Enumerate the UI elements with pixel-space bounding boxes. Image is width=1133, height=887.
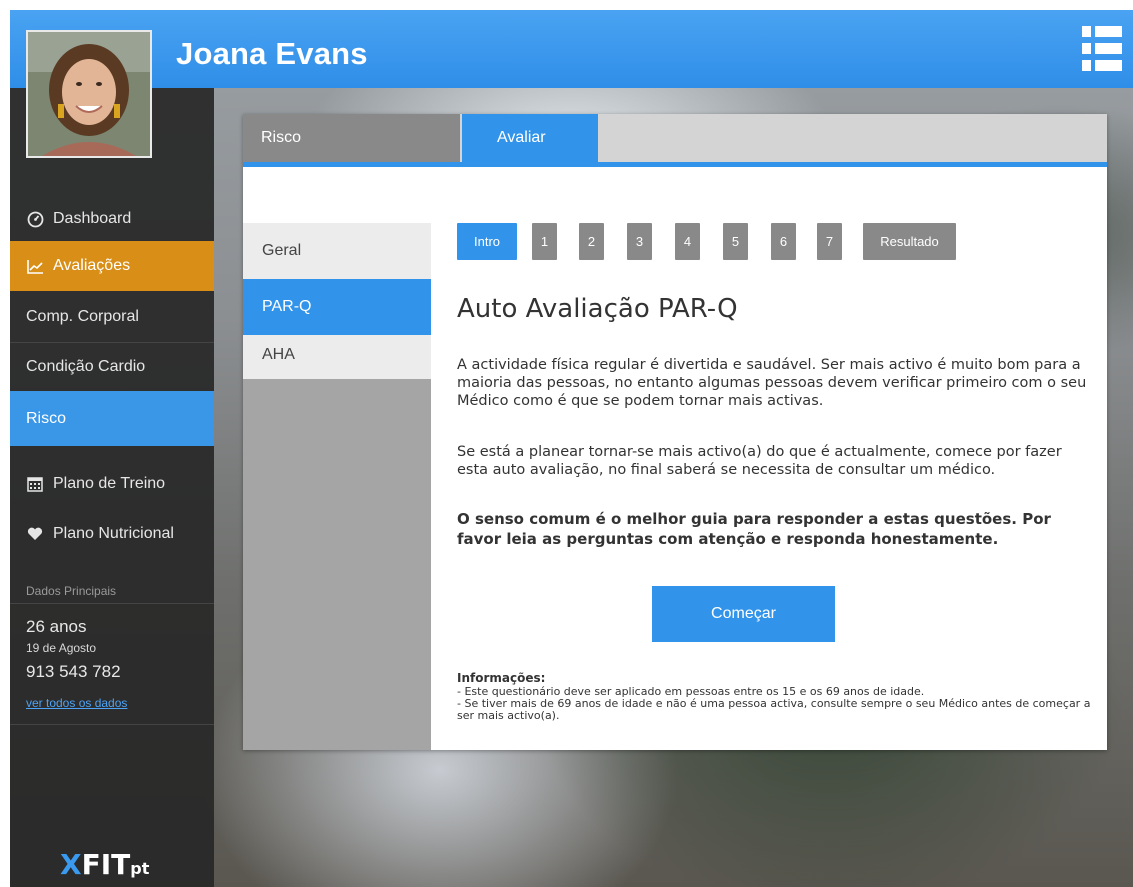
step-3[interactable]: 3 xyxy=(627,223,652,260)
sidebar-item-plano-nutricional[interactable]: Plano Nutricional xyxy=(10,509,214,559)
intro-paragraph-3: O senso comum é o melhor guia para respo… xyxy=(457,510,1051,548)
tab-bar: Risco Avaliar xyxy=(243,114,1107,162)
user-phone: 913 543 782 xyxy=(26,662,121,681)
list-menu-icon[interactable] xyxy=(1082,26,1122,72)
info-line: - Se tiver mais de 69 anos de idade e nã… xyxy=(457,697,1091,722)
sidebar-item-condicao-cardio[interactable]: Condição Cardio xyxy=(10,342,214,392)
sidebar-divider xyxy=(10,724,214,725)
sidebar-divider xyxy=(10,603,214,604)
step-6[interactable]: 6 xyxy=(771,223,796,260)
nav-item-aha[interactable]: AHA xyxy=(243,335,431,379)
xfit-logo: XFITpt xyxy=(60,848,150,881)
sidebar-item-label: Plano Nutricional xyxy=(53,525,174,542)
step-4[interactable]: 4 xyxy=(675,223,700,260)
sidebar-item-label: Condição Cardio xyxy=(26,358,146,375)
avatar xyxy=(26,30,152,158)
nav-item-par-q[interactable]: PAR-Q xyxy=(243,279,431,335)
speedometer-icon xyxy=(26,210,44,228)
tab-avaliar[interactable]: Avaliar xyxy=(462,114,598,162)
step-7[interactable]: 7 xyxy=(817,223,842,260)
top-header: Joana Evans xyxy=(10,10,1133,88)
section-title-dados-principais: Dados Principais xyxy=(26,584,117,598)
step-2[interactable]: 2 xyxy=(579,223,604,260)
view-all-data-link[interactable]: ver todos os dados xyxy=(26,696,127,710)
step-5[interactable]: 5 xyxy=(723,223,748,260)
intro-paragraph-2: Se está a planear tornar-se mais activo(… xyxy=(457,444,1062,478)
page-title: Auto Avaliação PAR-Q xyxy=(457,294,738,324)
intro-paragraph-1: A actividade física regular é divertida … xyxy=(457,357,1087,409)
sidebar-item-label: Avaliações xyxy=(53,257,131,274)
sidebar-item-risco[interactable]: Risco xyxy=(10,391,214,446)
heart-icon xyxy=(26,525,44,543)
app-window: Joana Evans Dashboard Avaliações Comp. C… xyxy=(10,10,1133,887)
step-resultado[interactable]: Resultado xyxy=(863,223,956,260)
sidebar-item-dashboard[interactable]: Dashboard xyxy=(10,194,214,244)
assessment-nav: Geral PAR-Q AHA xyxy=(243,223,431,750)
step-intro[interactable]: Intro xyxy=(457,223,517,260)
start-button[interactable]: Começar xyxy=(652,586,835,642)
sidebar-item-label: Risco xyxy=(26,409,67,427)
main-panel: Risco Avaliar Geral PAR-Q AHA Intro 1 2 … xyxy=(243,114,1107,750)
chart-line-icon xyxy=(26,257,44,275)
content-area: Intro 1 2 3 4 5 6 7 Resultado Auto Avali… xyxy=(431,167,1107,750)
user-birthday: 19 de Agosto xyxy=(26,641,97,655)
sidebar-item-label: Comp. Corporal xyxy=(26,308,139,325)
sidebar: Dashboard Avaliações Comp. Corporal Cond… xyxy=(10,88,214,887)
step-1[interactable]: 1 xyxy=(532,223,557,260)
calendar-icon xyxy=(26,475,44,493)
sidebar-item-comp-corporal[interactable]: Comp. Corporal xyxy=(10,292,214,342)
user-age: 26 anos xyxy=(26,617,87,636)
sidebar-item-avaliacoes[interactable]: Avaliações xyxy=(10,241,214,291)
tab-risco[interactable]: Risco xyxy=(243,114,460,162)
nav-item-geral[interactable]: Geral xyxy=(243,223,431,279)
sidebar-item-label: Dashboard xyxy=(53,210,132,227)
sidebar-item-plano-treino[interactable]: Plano de Treino xyxy=(10,459,214,509)
user-name: Joana Evans xyxy=(176,36,368,71)
sidebar-item-label: Plano de Treino xyxy=(53,475,166,492)
info-title: Informações: xyxy=(457,671,546,685)
